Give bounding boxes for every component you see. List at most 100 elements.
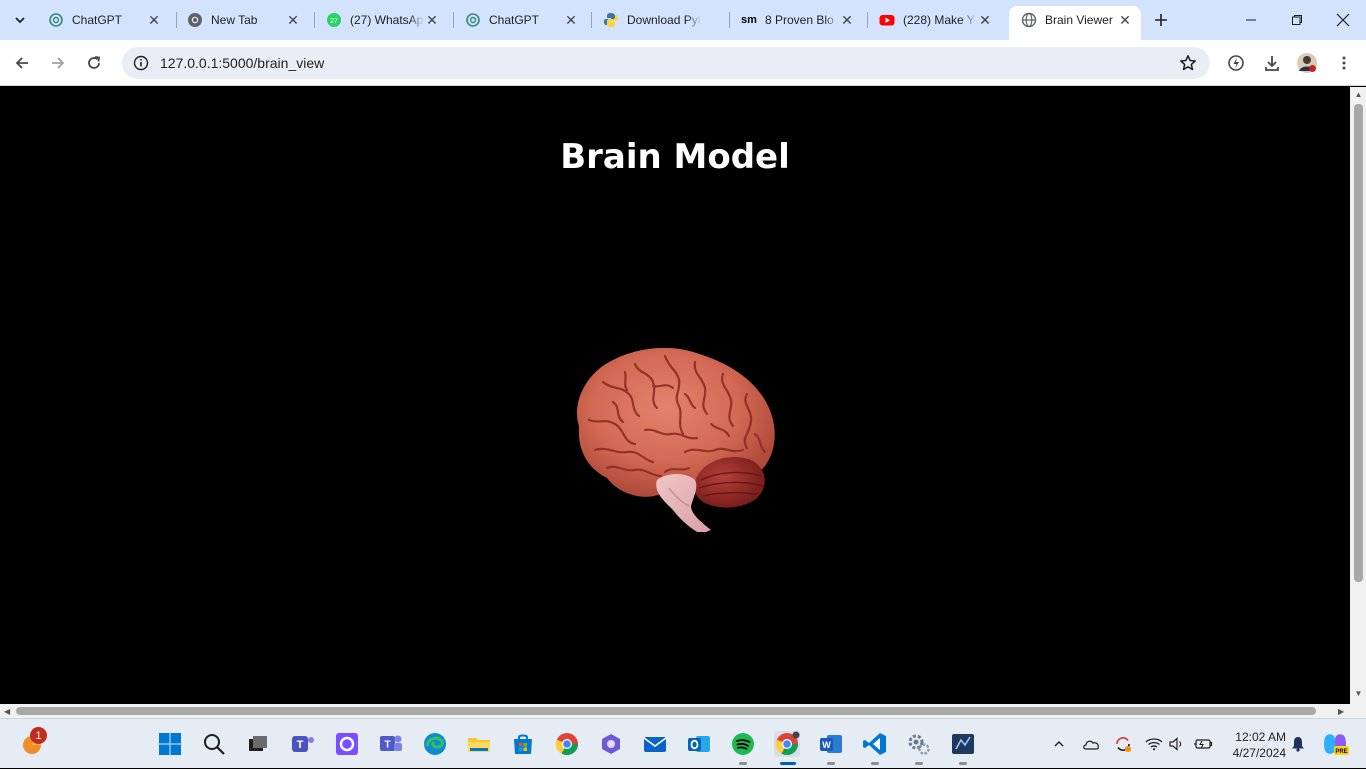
tab-new-tab[interactable]: New Tab ✕	[175, 6, 309, 34]
running-indicator	[780, 762, 796, 765]
address-bar[interactable]: 127.0.0.1:5000/brain_view	[122, 47, 1210, 79]
microsoft-store-icon[interactable]	[510, 731, 536, 757]
teams-icon[interactable]: T	[378, 731, 404, 757]
restore-icon	[1292, 15, 1302, 25]
tab-title: Brain Viewer	[1045, 13, 1113, 27]
downloads-button[interactable]	[1256, 47, 1288, 79]
chrome-icon[interactable]	[554, 731, 580, 757]
svg-text:T: T	[384, 740, 390, 751]
close-window-button[interactable]	[1320, 0, 1366, 40]
horizontal-scroll-thumb[interactable]	[16, 707, 1316, 715]
tab-chatgpt-2[interactable]: ChatGPT ✕	[453, 6, 587, 34]
sync-icon[interactable]	[1112, 719, 1134, 769]
start-button[interactable]	[157, 731, 183, 757]
show-hidden-icons-button[interactable]	[1050, 719, 1068, 769]
minimize-button[interactable]	[1228, 0, 1274, 40]
tab-search-button[interactable]	[6, 7, 34, 33]
wifi-icon[interactable]	[1144, 719, 1164, 769]
close-icon[interactable]: ✕	[424, 12, 440, 28]
tab-youtube[interactable]: (228) Make Y ✕	[867, 6, 1001, 34]
forward-button[interactable]	[42, 47, 74, 79]
tab-title: Download Python	[627, 13, 701, 27]
scroll-up-arrow-icon[interactable]: ▲	[1354, 91, 1363, 99]
back-button[interactable]	[6, 47, 38, 79]
scroll-down-arrow-icon[interactable]: ▼	[1354, 690, 1363, 698]
onedrive-icon[interactable]	[1080, 719, 1102, 769]
edge-icon[interactable]	[422, 731, 448, 757]
close-icon[interactable]: ✕	[1117, 12, 1133, 28]
bookmark-star-icon[interactable]	[1178, 53, 1198, 73]
search-button[interactable]	[201, 731, 227, 757]
vertical-scrollbar[interactable]: ▲ ▼	[1350, 87, 1366, 704]
browser-toolbar: 127.0.0.1:5000/brain_view	[0, 40, 1366, 86]
menu-button[interactable]	[1328, 47, 1360, 79]
system-clock[interactable]: 12:02 AM 4/27/2024	[1224, 729, 1286, 761]
volume-icon[interactable]	[1168, 719, 1186, 769]
arrow-right-icon	[52, 57, 65, 69]
vertical-scroll-thumb[interactable]	[1354, 104, 1363, 582]
copilot-app-icon[interactable]	[598, 731, 624, 757]
performance-button[interactable]	[1220, 47, 1252, 79]
horizontal-scrollbar[interactable]: ◀ ▶	[0, 704, 1350, 718]
chevron-up-icon	[1054, 741, 1064, 747]
cortana-icon[interactable]	[334, 731, 360, 757]
sm-icon: sm	[741, 14, 757, 26]
close-icon[interactable]: ✕	[285, 12, 301, 28]
spotify-icon[interactable]	[730, 731, 756, 765]
close-icon[interactable]: ✕	[146, 12, 162, 28]
globe-icon	[1021, 12, 1037, 28]
svg-text:27: 27	[330, 18, 338, 25]
youtube-icon	[879, 12, 895, 28]
task-view-button[interactable]	[245, 731, 271, 757]
notifications-bell-icon[interactable]	[1288, 719, 1308, 769]
sql-tool-icon[interactable]	[950, 731, 976, 765]
reload-icon	[88, 56, 101, 69]
scroll-right-arrow-icon[interactable]: ▶	[1338, 707, 1344, 716]
brain-icon	[576, 347, 775, 534]
running-indicator	[827, 762, 835, 765]
copilot-icon[interactable]: PRE	[1318, 719, 1352, 769]
tab-brain-viewer[interactable]: Brain Viewer ✕	[1009, 6, 1141, 40]
search-icon	[204, 734, 225, 755]
speedometer-icon	[1228, 55, 1244, 71]
chatgpt-icon	[48, 12, 64, 28]
download-icon	[1265, 56, 1279, 71]
tab-chatgpt-1[interactable]: ChatGPT ✕	[36, 6, 170, 34]
file-explorer-icon[interactable]	[466, 731, 492, 757]
outlook-icon[interactable]	[686, 731, 712, 757]
running-indicator	[959, 762, 967, 765]
restore-button[interactable]	[1274, 0, 1320, 40]
profile-button[interactable]	[1291, 47, 1323, 79]
chrome-active-icon[interactable]	[774, 731, 800, 765]
svg-text:W: W	[822, 740, 831, 750]
brain-3d-model[interactable]	[565, 342, 785, 534]
reload-button[interactable]	[78, 47, 110, 79]
settings-gears-icon[interactable]	[906, 731, 932, 765]
teams-chat-icon[interactable]: T	[290, 731, 316, 757]
minimize-icon	[1246, 19, 1256, 21]
vscode-icon[interactable]	[862, 731, 888, 765]
url-text[interactable]: 127.0.0.1:5000/brain_view	[160, 55, 324, 71]
close-icon[interactable]: ✕	[563, 12, 579, 28]
close-icon[interactable]: ✕	[977, 12, 993, 28]
tab-whatsapp[interactable]: 27 (27) WhatsApp ✕	[314, 6, 448, 34]
scrollbar-corner	[1350, 704, 1366, 718]
taskbar: T T W 12:02 AM 4/27/2024 PRE	[0, 718, 1366, 768]
mail-icon[interactable]	[642, 731, 668, 757]
page-title: Brain Model	[560, 137, 790, 177]
tab-download-python[interactable]: Download Python ✕	[591, 6, 725, 34]
plus-icon	[1155, 14, 1167, 26]
clock-date: 4/27/2024	[1232, 746, 1286, 760]
notification-badge: 1	[30, 727, 47, 744]
battery-icon[interactable]	[1192, 719, 1214, 769]
site-info-icon[interactable]	[125, 47, 157, 79]
scroll-left-arrow-icon[interactable]: ◀	[4, 707, 10, 716]
tab-strip: ChatGPT ✕ New Tab ✕ 27 (27) WhatsApp ✕ C…	[0, 0, 1366, 40]
page-viewport: Brain Model	[0, 87, 1350, 704]
new-tab-button[interactable]	[1148, 7, 1174, 33]
python-icon	[603, 12, 619, 28]
tab-proven-blog[interactable]: sm 8 Proven Blo ✕	[729, 6, 863, 34]
tab-title: ChatGPT	[72, 13, 123, 27]
close-icon[interactable]: ✕	[839, 12, 855, 28]
word-icon[interactable]: W	[818, 731, 844, 765]
